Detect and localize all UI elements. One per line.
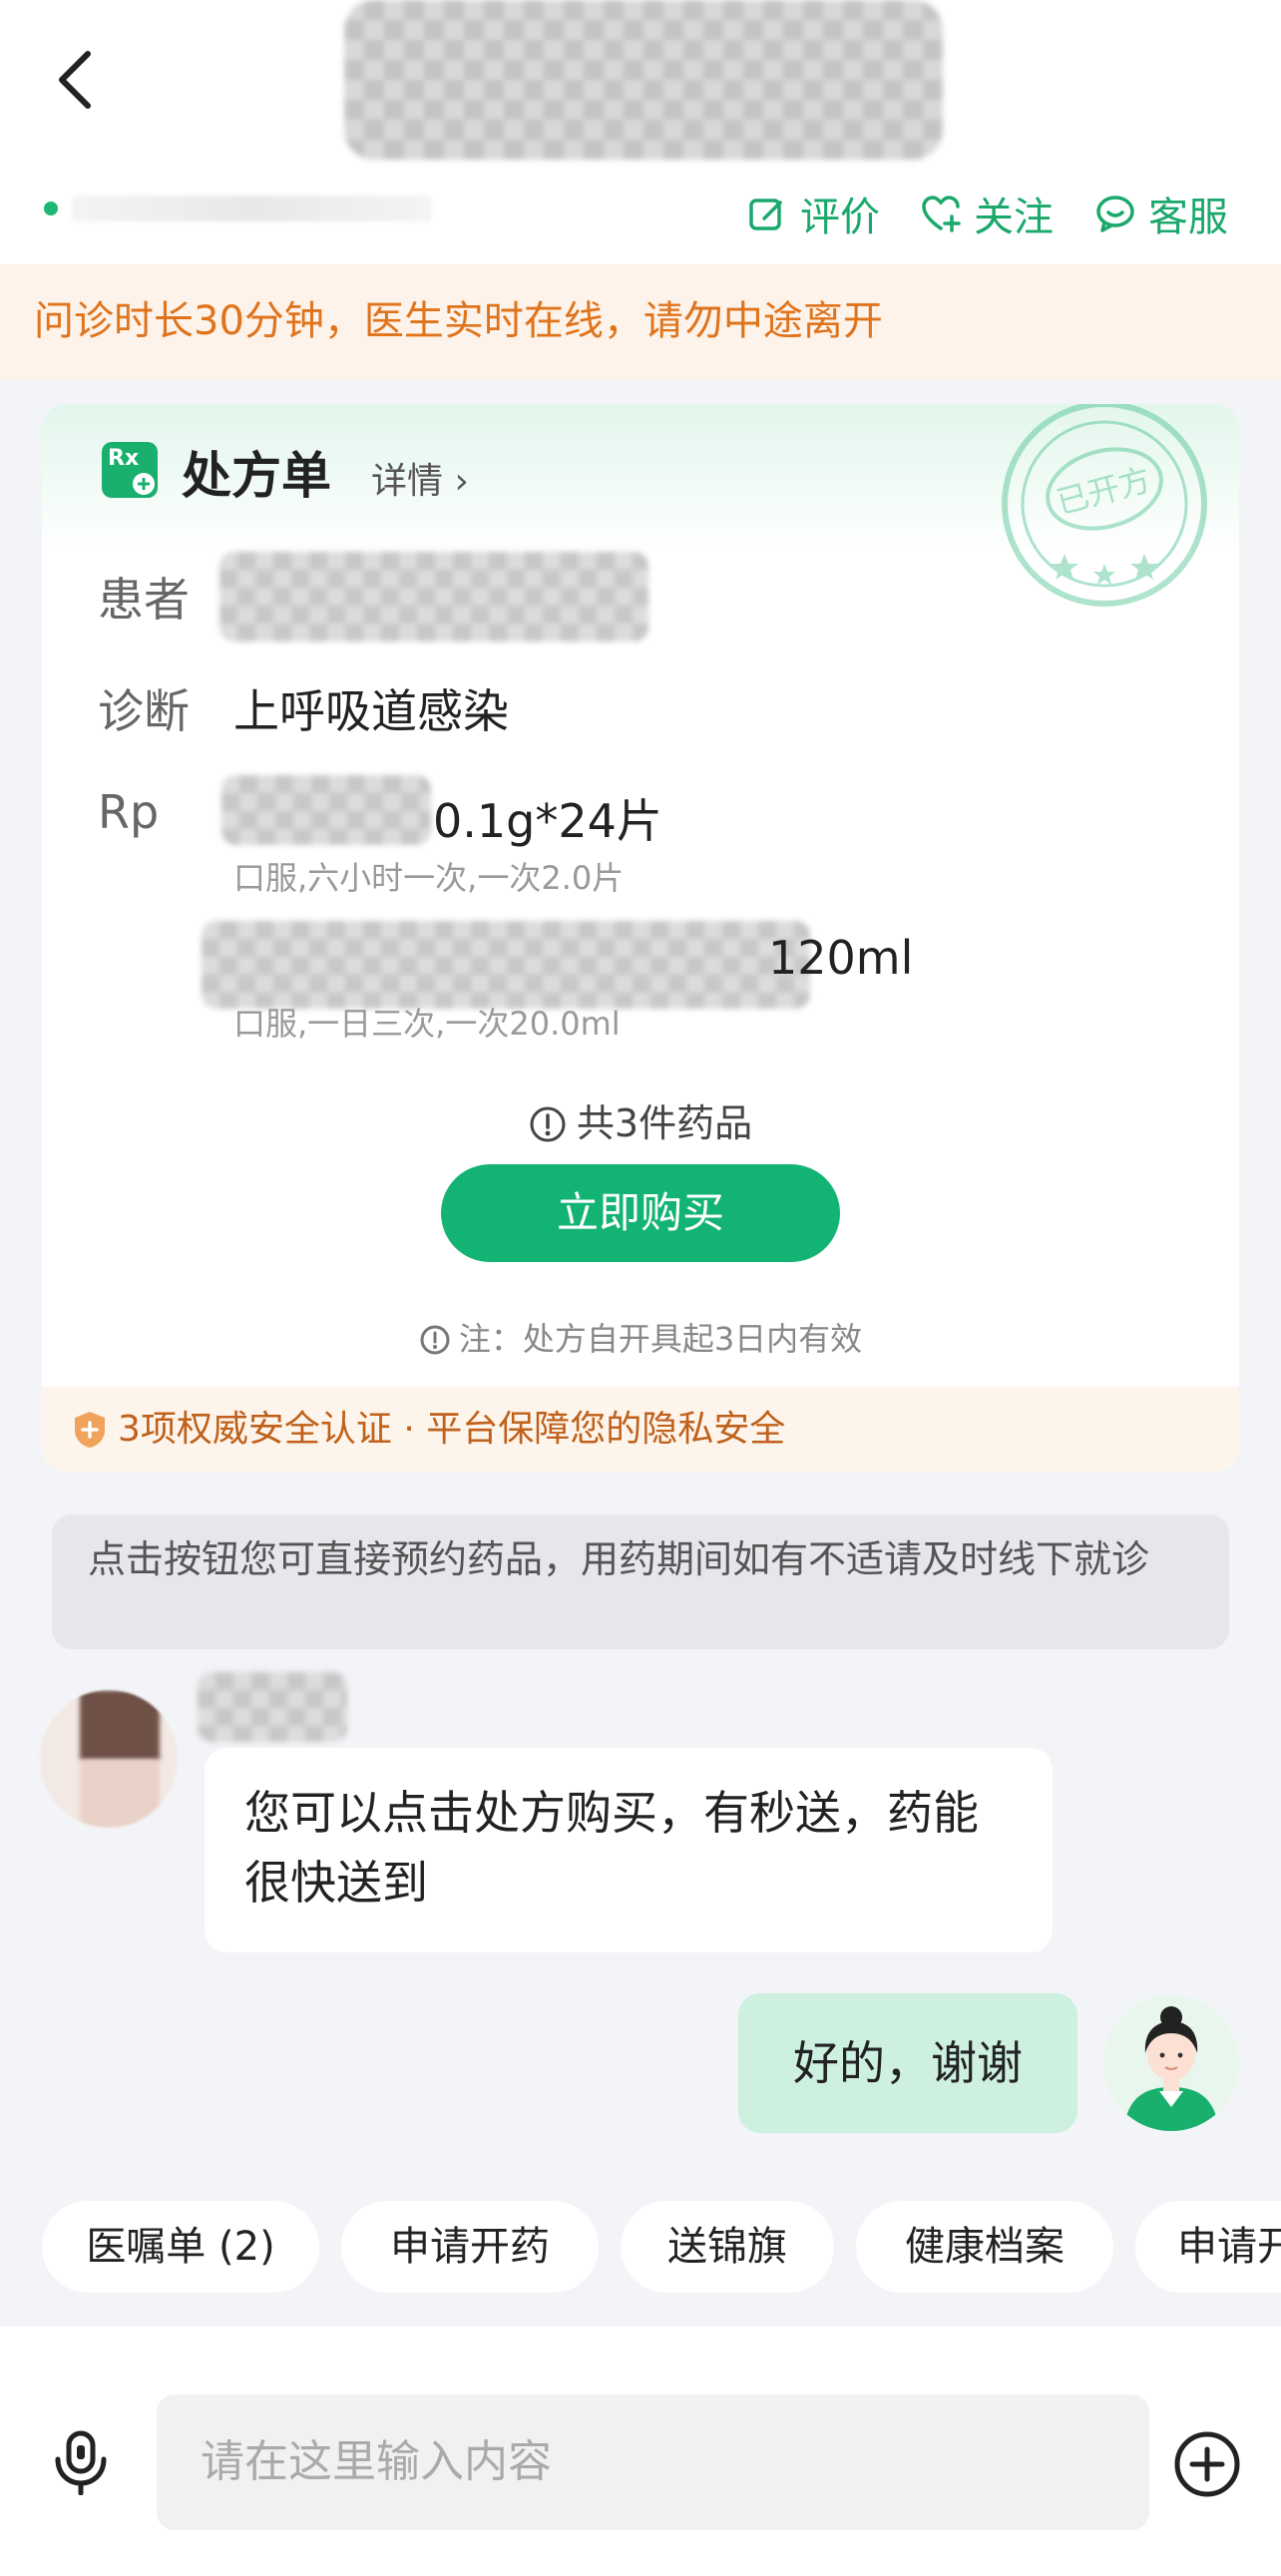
- online-status-dot: [44, 202, 58, 215]
- prescription-card[interactable]: Rx 处方单 详情 › 已开方 患者 诊断 上呼吸道感染 Rp 0.1g*24片…: [42, 404, 1239, 1472]
- drug-spec: 0.1g*24片: [433, 794, 662, 848]
- chip-send-banner[interactable]: 送锦旗: [621, 2201, 834, 2293]
- user-avatar-icon[interactable]: [1103, 1995, 1239, 2131]
- customer-service-label: 客服: [1148, 195, 1228, 240]
- doctor-name-redacted: [198, 1672, 347, 1742]
- doctor-message-bubble[interactable]: 您可以点击处方购买，有秒送，药能很快送到: [205, 1748, 1053, 1952]
- top-header: 评价 关注 客服: [0, 0, 1281, 264]
- quick-actions-bar: 医嘱单 (2) 申请开药 送锦旗 健康档案 申请开: [0, 2201, 1281, 2293]
- chat-smile-icon: [1096, 196, 1134, 232]
- info-icon: [420, 1325, 450, 1355]
- back-arrow-icon[interactable]: [48, 40, 108, 120]
- drug-usage: 口服,一日三次,一次20.0ml: [233, 1005, 621, 1043]
- rx-icon: Rx: [102, 442, 158, 498]
- rp-label: Rp: [98, 785, 160, 839]
- chip-request-more[interactable]: 申请开: [1135, 2201, 1281, 2293]
- drug-name-redacted: [202, 921, 810, 1009]
- drug-count: 共3件药品: [42, 1092, 1239, 1147]
- heart-plus-icon: [922, 196, 961, 232]
- chip-request-medicine[interactable]: 申请开药: [341, 2201, 599, 2293]
- diagnosis-value: 上呼吸道感染: [233, 684, 509, 738]
- follow-label: 关注: [974, 195, 1054, 240]
- doctor-avatar[interactable]: [40, 1690, 178, 1828]
- validity-note-text: 注：处方自开具起3日内有效: [458, 1320, 863, 1358]
- notice-text: 问诊时长30分钟，医生实时在线，请勿中途离开: [34, 298, 883, 344]
- microphone-icon[interactable]: [48, 2429, 114, 2495]
- add-circle-icon[interactable]: [1172, 2429, 1242, 2499]
- security-text: 3项权威安全认证 · 平台保障您的隐私安全: [118, 1409, 786, 1450]
- drug-name-redacted: [221, 775, 431, 845]
- buy-now-button[interactable]: 立即购买: [441, 1164, 840, 1262]
- doctor-name-redacted: [344, 0, 943, 160]
- chip-doctor-orders[interactable]: 医嘱单 (2): [42, 2201, 319, 2293]
- prescription-title: 处方单: [182, 447, 331, 505]
- patient-label: 患者: [98, 573, 190, 627]
- follow-button[interactable]: 关注: [920, 184, 1054, 243]
- info-icon: [530, 1106, 566, 1142]
- consultation-notice: 问诊时长30分钟，医生实时在线，请勿中途离开: [0, 264, 1281, 379]
- composer-bar: 请在这里输入内容: [0, 2327, 1281, 2576]
- plus-badge-icon: [133, 473, 155, 495]
- patient-name-redacted: [219, 552, 648, 642]
- shield-icon: [75, 1412, 105, 1448]
- security-bar: 3项权威安全认证 · 平台保障您的隐私安全: [42, 1387, 1239, 1472]
- edit-icon: [749, 199, 782, 230]
- message-input[interactable]: 请在这里输入内容: [157, 2394, 1149, 2530]
- chip-health-records[interactable]: 健康档案: [856, 2201, 1113, 2293]
- prescription-detail-link[interactable]: 详情 ›: [371, 452, 469, 504]
- customer-service-button[interactable]: 客服: [1094, 184, 1228, 243]
- issued-stamp-icon: 已开方: [1002, 404, 1207, 607]
- doctor-info-redacted: [72, 196, 431, 221]
- drug-spec: 120ml: [768, 931, 914, 985]
- system-tip: 点击按钮您可直接预约药品，用药期间如有不适请及时线下就诊: [52, 1514, 1229, 1649]
- rate-label: 评价: [800, 195, 880, 240]
- drug-usage: 口服,六小时一次,一次2.0片: [233, 859, 625, 897]
- diagnosis-label: 诊断: [98, 684, 190, 738]
- my-message-bubble[interactable]: 好的，谢谢: [738, 1993, 1077, 2133]
- drug-count-text: 共3件药品: [576, 1101, 753, 1145]
- rate-button[interactable]: 评价: [746, 184, 880, 243]
- validity-note: 注：处方自开具起3日内有效: [42, 1314, 1239, 1360]
